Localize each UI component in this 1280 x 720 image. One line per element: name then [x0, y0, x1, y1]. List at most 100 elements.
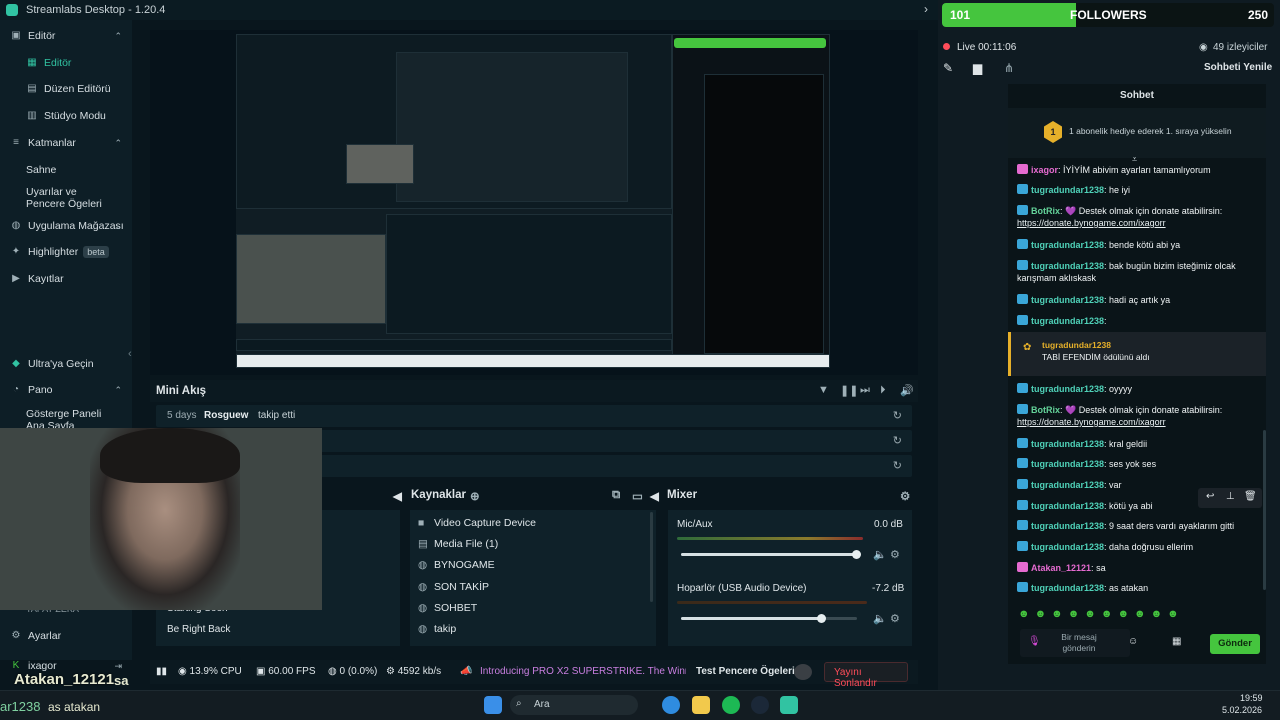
pause-icon[interactable]: ❚❚	[840, 384, 858, 397]
nested-taskbar	[236, 354, 830, 368]
globe-icon: ◍	[418, 623, 428, 635]
sidebar-item-alerts[interactable]: Uyarılar ve Pencere Ögeleri	[0, 186, 110, 210]
app-logo-icon	[6, 4, 18, 16]
chat-username[interactable]: tugradundar1238	[1031, 316, 1104, 326]
globe-icon: ◍	[418, 581, 428, 593]
chat-scrollbar[interactable]	[1263, 430, 1266, 590]
mute-icon[interactable]: ⏵	[880, 384, 886, 397]
mic-volume-slider[interactable]	[681, 550, 861, 559]
stats-icon[interactable]: ▮▮	[156, 666, 167, 677]
chat-message: BotRix: 💜 Destek olmak için donate atabi…	[1017, 404, 1263, 428]
sidebar-section-app-store[interactable]: ◍ Uygulama Mağazası ⌄	[0, 220, 132, 232]
chat-username[interactable]: tugradundar1238	[1031, 240, 1104, 250]
source-filter-icon[interactable]: ⧉	[612, 489, 620, 502]
rec-button[interactable]	[794, 664, 812, 680]
promo-banner[interactable]: Introducing PRO X2 SUPERSTRIKE. The Winn…	[480, 664, 686, 680]
overlay-chat-text: sa	[114, 673, 129, 688]
taskbar-search[interactable]: ⌕ Ara	[510, 695, 638, 715]
emote-bar[interactable]: ☻☻☻☻☻☻☻☻☻☻	[1018, 608, 1258, 622]
share-icon[interactable]: ⋔	[1004, 61, 1014, 75]
speaker-icon[interactable]: 🔈	[873, 548, 887, 561]
chat-username[interactable]: tugradundar1238	[1031, 480, 1104, 490]
chat-username[interactable]: Atakan_12121	[1031, 563, 1091, 573]
chat-username[interactable]: tugradundar1238	[1031, 261, 1104, 271]
sidebar-item-layout-editor[interactable]: ▤ Düzen Editörü	[0, 83, 132, 95]
source-item[interactable]: ◍ takip	[418, 623, 456, 635]
mixer-settings-icon[interactable]: ⚙	[900, 489, 910, 503]
source-item[interactable]: ■ Video Capture Device	[418, 517, 536, 529]
source-item[interactable]: ▤ Media File (1)	[418, 538, 498, 550]
chat-username[interactable]: tugradundar1238	[1031, 439, 1104, 449]
speaker-icon[interactable]: 🔈	[873, 612, 887, 625]
chevron-up-icon: ⌃	[114, 384, 122, 395]
file-explorer-icon[interactable]	[692, 696, 710, 714]
chat-username[interactable]: tugradundar1238	[1031, 521, 1104, 531]
windows-start-icon[interactable]	[484, 696, 502, 714]
editor-icon: ▦	[27, 57, 37, 68]
mixer-chevron-icon[interactable]: ◀	[650, 489, 659, 503]
gear-icon[interactable]: ⚙	[890, 612, 900, 625]
bitrate-icon: ⚙	[386, 666, 398, 677]
sidebar-item-editor[interactable]: ▦ Editör	[0, 57, 132, 69]
chat-username[interactable]: BotRix	[1031, 206, 1060, 216]
sidebar-section-recordings[interactable]: ▶ Kayıtlar	[0, 273, 132, 285]
scene-item[interactable]: Be Right Back	[167, 624, 230, 635]
spotify-icon[interactable]	[722, 696, 740, 714]
sidebar-section-dashboard[interactable]: ◔ Pano ⌃	[0, 384, 132, 396]
add-source-icon[interactable]: ⊕	[470, 489, 480, 503]
chat-username[interactable]: tugradundar1238	[1031, 501, 1104, 511]
sidebar-item-studio-mode[interactable]: ▥ Stüdyo Modu	[0, 110, 132, 122]
volume-icon[interactable]: 🔊	[900, 384, 914, 397]
stream-preview[interactable]	[150, 30, 918, 375]
chat-username[interactable]: tugradundar1238	[1031, 295, 1104, 305]
sidebar-item-settings[interactable]: ⚙ Ayarlar	[0, 630, 132, 642]
steam-icon[interactable]	[751, 696, 769, 714]
chat-link[interactable]: https://donate.bynogame.com/ixagorr	[1017, 218, 1166, 228]
slider-knob[interactable]	[852, 550, 861, 559]
gift-icon[interactable]: ▦	[1172, 636, 1181, 647]
sidebar-section-layers[interactable]: ≡ Katmanlar ⌃	[0, 137, 132, 149]
sources-chevron-icon[interactable]: ◀	[393, 489, 402, 503]
kick-badge-icon	[1017, 315, 1028, 325]
folder-icon[interactable]: ▭	[632, 489, 643, 503]
chat-username[interactable]: tugradundar1238	[1031, 583, 1104, 593]
repeat-icon[interactable]: ↻	[893, 409, 902, 422]
collapse-icon[interactable]: ›	[924, 2, 928, 16]
streamlabs-taskbar-icon[interactable]	[780, 696, 798, 714]
refresh-chat-button[interactable]: Sohbeti Yenile	[1204, 62, 1272, 73]
emoji-icon[interactable]: ☺	[1128, 636, 1138, 647]
source-item[interactable]: ◍ BYNOGAME	[418, 559, 495, 571]
reward-icon: ✿	[1023, 342, 1032, 353]
source-item[interactable]: ◍ SON TAKİP	[418, 581, 489, 593]
chat-username[interactable]: tugradundar1238	[1031, 384, 1104, 394]
sidebar-item-ultra[interactable]: ◆ Ultra'ya Geçin	[0, 358, 132, 370]
chat-username[interactable]: tugradundar1238	[1031, 542, 1104, 552]
live-dot-icon	[943, 43, 950, 50]
chat-username[interactable]: ixagor	[1031, 165, 1058, 175]
test-widgets-button[interactable]: Test Pencere Ögeleri	[696, 666, 795, 677]
skip-icon[interactable]: ⏭	[860, 384, 870, 397]
chat-username[interactable]: tugradundar1238	[1031, 185, 1104, 195]
sources-scrollbar[interactable]	[650, 512, 653, 602]
webcam-overlay	[0, 428, 322, 610]
chat-input[interactable]: 🎙 Bir mesaj gönderin	[1020, 629, 1130, 657]
filter-icon[interactable]: ▼	[818, 384, 829, 396]
source-item[interactable]: ◍ SOHBET	[418, 602, 477, 614]
send-button[interactable]: Gönder	[1210, 634, 1260, 654]
chat-username[interactable]: BotRix	[1031, 405, 1060, 415]
gear-icon[interactable]: ⚙	[890, 548, 900, 561]
repeat-icon[interactable]: ↻	[893, 434, 902, 447]
repeat-icon[interactable]: ↻	[893, 459, 902, 472]
edit-icon[interactable]: ✎	[943, 61, 953, 75]
sidebar-item-scene[interactable]: Sahne	[0, 164, 132, 176]
slider-knob[interactable]	[816, 614, 826, 623]
chat-link[interactable]: https://donate.bynogame.com/ixagorr	[1017, 417, 1166, 427]
sidebar-section-highlighter[interactable]: ✦ Highlighter beta	[0, 246, 132, 258]
sidebar-section-editor[interactable]: ▣ Editör ⌃	[0, 30, 132, 42]
speaker-volume-slider[interactable]	[681, 614, 857, 623]
edge-icon[interactable]	[662, 696, 680, 714]
microphone-icon[interactable]: 🎙	[1028, 636, 1041, 647]
end-stream-button[interactable]: Yayını Sonlandır	[824, 662, 908, 689]
folder-icon[interactable]: ▆	[973, 61, 982, 75]
chat-username[interactable]: tugradundar1238	[1031, 459, 1104, 469]
